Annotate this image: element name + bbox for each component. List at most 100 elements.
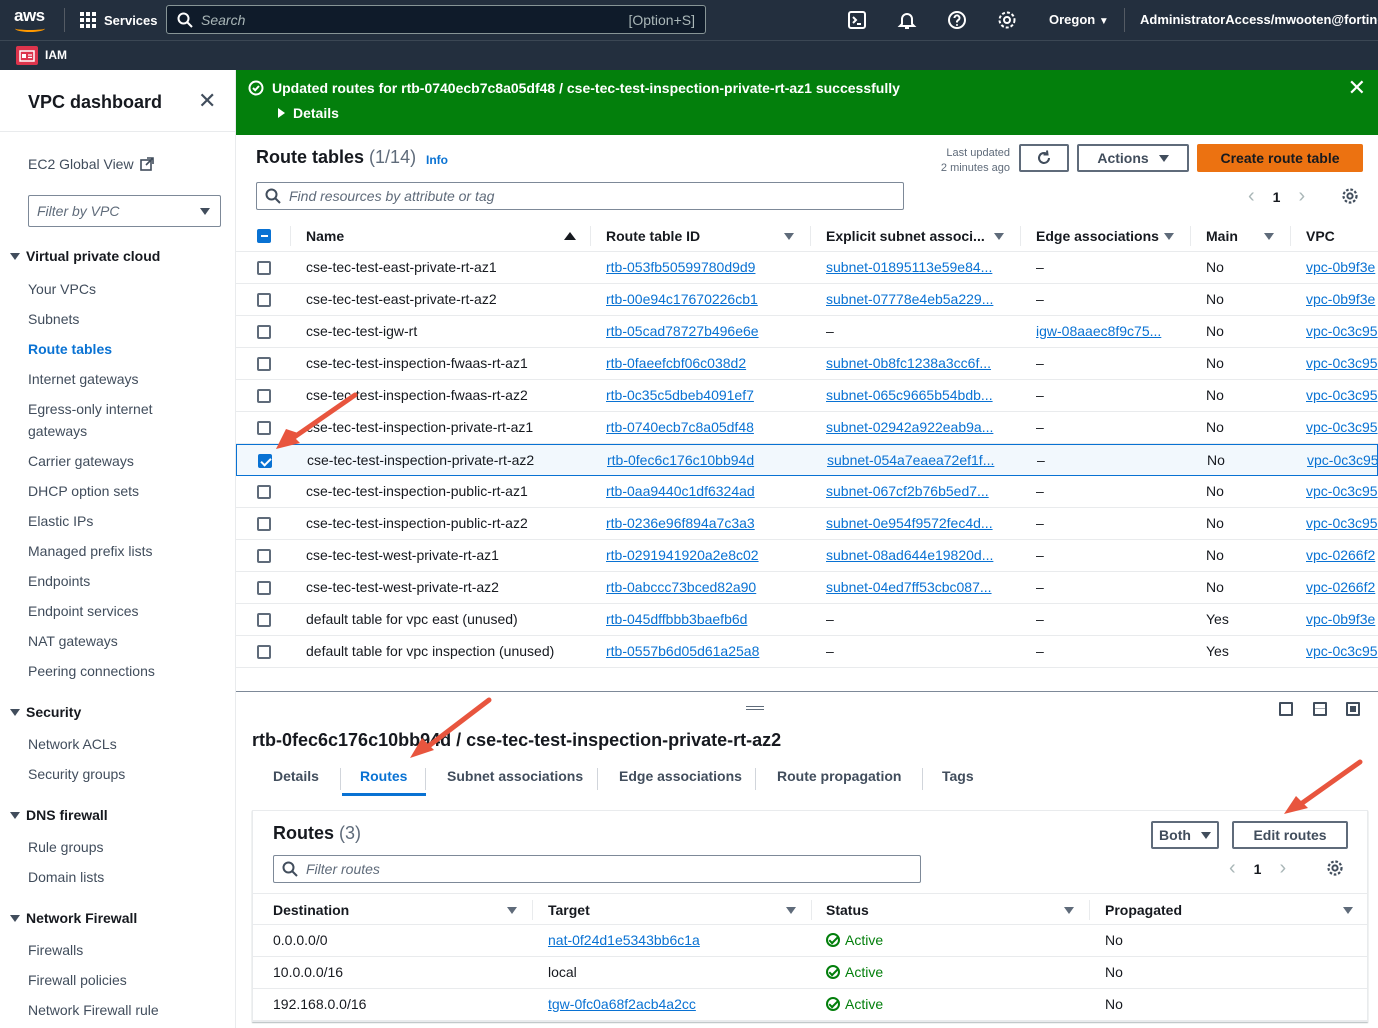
- help-icon[interactable]: [946, 9, 968, 31]
- filter-routes-input[interactable]: Filter routes: [273, 855, 921, 883]
- cell-vpc[interactable]: vpc-0c3c95: [1306, 419, 1378, 435]
- sidebar-item-domain-lists[interactable]: Domain lists: [28, 866, 104, 888]
- row-checkbox[interactable]: [257, 549, 271, 563]
- cell-vpc[interactable]: vpc-0c3c95: [1306, 643, 1378, 659]
- find-resources-input[interactable]: Find resources by attribute or tag: [256, 182, 904, 210]
- sidebar-item-route-tables[interactable]: Route tables: [28, 338, 112, 360]
- column-header-explicit-subnet[interactable]: Explicit subnet associ...: [826, 228, 985, 244]
- tab-details[interactable]: Details: [273, 768, 319, 784]
- settings-gear-icon[interactable]: [1326, 859, 1344, 877]
- cell-route-table-id[interactable]: rtb-045dffbbb3baefb6d: [606, 611, 806, 627]
- sort-icon[interactable]: [1164, 233, 1174, 240]
- cloudshell-icon[interactable]: [846, 9, 868, 31]
- cell-route-table-id[interactable]: rtb-0c35c5dbeb4091ef7: [606, 387, 806, 403]
- cell-vpc[interactable]: vpc-0c3c95: [1306, 355, 1378, 371]
- table-row[interactable]: cse-tec-test-west-private-rt-az2 rtb-0abc…: [236, 572, 1378, 604]
- sort-icon[interactable]: [1264, 233, 1274, 240]
- cell-subnet[interactable]: subnet-0e954f9572fec4d...: [826, 515, 1016, 531]
- cell-subnet[interactable]: subnet-02942a922eab9a...: [826, 419, 1016, 435]
- section-dns-firewall[interactable]: DNS firewall: [10, 807, 108, 823]
- edit-routes-button[interactable]: Edit routes: [1232, 821, 1348, 849]
- column-header-target[interactable]: Target: [548, 902, 590, 918]
- column-header-destination[interactable]: Destination: [273, 902, 349, 918]
- table-row[interactable]: cse-tec-test-inspection-public-rt-az2 rtb…: [236, 508, 1378, 540]
- cell-subnet[interactable]: subnet-065c9665b54bdb...: [826, 387, 1016, 403]
- cell-route-table-id[interactable]: rtb-0fec6c176c10bb94d: [607, 452, 807, 468]
- row-checkbox[interactable]: [257, 357, 271, 371]
- cell-vpc[interactable]: vpc-0c3c95: [1306, 483, 1378, 499]
- aws-logo[interactable]: aws: [14, 6, 48, 32]
- sidebar-item-security-groups[interactable]: Security groups: [28, 763, 125, 785]
- sidebar-item-firewalls[interactable]: Firewalls: [28, 939, 83, 961]
- panel-bottom-icon[interactable]: [1279, 702, 1293, 716]
- cell-route-table-id[interactable]: rtb-053fb50599780d9d9: [606, 259, 806, 275]
- cell-route-table-id[interactable]: rtb-0740ecb7c8a05df48: [606, 419, 806, 435]
- cell-route-table-id[interactable]: rtb-0abccc73bced82a90: [606, 579, 806, 595]
- cell-vpc[interactable]: vpc-0b9f3e: [1306, 291, 1378, 307]
- cell-route-table-id[interactable]: rtb-00e94c17670226cb1: [606, 291, 806, 307]
- cell-subnet[interactable]: subnet-067cf2b76b5ed7...: [826, 483, 1016, 499]
- sort-icon[interactable]: [1064, 907, 1074, 914]
- table-row[interactable]: default table for vpc inspection (unused…: [236, 636, 1378, 668]
- cell-edge[interactable]: igw-08aaec8f9c75...: [1036, 323, 1186, 339]
- sidebar-item-dhcp-option-sets[interactable]: DHCP option sets: [28, 480, 139, 502]
- sidebar-item-peering-connections[interactable]: Peering connections: [28, 660, 155, 682]
- sidebar-item-egress-only-internet-gateways[interactable]: Egress-only internet gateways: [28, 398, 178, 442]
- close-icon[interactable]: ✕: [198, 90, 216, 112]
- sidebar-item-subnets[interactable]: Subnets: [28, 308, 79, 330]
- sort-icon[interactable]: [994, 233, 1004, 240]
- row-checkbox[interactable]: [257, 613, 271, 627]
- cell-vpc[interactable]: vpc-0c3c95: [1306, 515, 1378, 531]
- cell-vpc[interactable]: vpc-0c3c95: [1306, 387, 1378, 403]
- sort-ascending-icon[interactable]: [564, 232, 576, 240]
- close-icon[interactable]: ✕: [1348, 77, 1366, 99]
- column-header-main[interactable]: Main: [1206, 228, 1238, 244]
- cell-subnet[interactable]: subnet-08ad644e19820d...: [826, 547, 1016, 563]
- sidebar-title[interactable]: VPC dashboard: [28, 92, 162, 113]
- both-select[interactable]: Both: [1151, 821, 1219, 849]
- tab-route-propagation[interactable]: Route propagation: [777, 768, 901, 784]
- table-row[interactable]: cse-tec-test-inspection-fwaas-rt-az1 rtb-…: [236, 348, 1378, 380]
- sidebar-item-network-acls[interactable]: Network ACLs: [28, 733, 117, 755]
- cell-target[interactable]: tgw-0fc0a68f2acb4a2cc: [548, 996, 696, 1012]
- row-checkbox[interactable]: [258, 454, 272, 468]
- bell-icon[interactable]: [896, 9, 918, 31]
- section-network-firewall[interactable]: Network Firewall: [10, 910, 137, 926]
- cell-target[interactable]: nat-0f24d1e5343bb6c1a: [548, 932, 700, 948]
- sidebar-item-rule-groups[interactable]: Rule groups: [28, 836, 104, 858]
- cell-route-table-id[interactable]: rtb-0291941920a2e8c02: [606, 547, 806, 563]
- tab-subnet-associations[interactable]: Subnet associations: [447, 768, 583, 784]
- tab-routes[interactable]: Routes: [360, 768, 407, 784]
- cell-subnet[interactable]: subnet-01895113e59e84...: [826, 259, 1016, 275]
- cell-subnet[interactable]: subnet-07778e4eb5a229...: [826, 291, 1016, 307]
- settings-gear-icon[interactable]: [1341, 187, 1359, 205]
- cell-route-table-id[interactable]: rtb-0236e96f894a7c3a3: [606, 515, 806, 531]
- flash-details-toggle[interactable]: Details: [278, 105, 339, 121]
- iam-service-icon[interactable]: [16, 46, 38, 65]
- cell-subnet[interactable]: subnet-054a7eaea72ef1f...: [827, 452, 1017, 468]
- sidebar-item-endpoints[interactable]: Endpoints: [28, 570, 90, 592]
- chevron-left-icon[interactable]: ‹: [1229, 857, 1236, 880]
- row-checkbox[interactable]: [257, 261, 271, 275]
- column-header-name[interactable]: Name: [306, 228, 344, 244]
- cell-subnet[interactable]: subnet-04ed7ff53cbc087...: [826, 579, 1016, 595]
- table-row[interactable]: cse-tec-test-inspection-private-rt-az1 rt…: [236, 412, 1378, 444]
- cell-route-table-id[interactable]: rtb-0faeefcbf06c038d2: [606, 355, 806, 371]
- iam-service-label[interactable]: IAM: [45, 48, 67, 62]
- actions-button[interactable]: Actions: [1077, 144, 1189, 172]
- chevron-left-icon[interactable]: ‹: [1248, 185, 1255, 208]
- table-row[interactable]: cse-tec-test-igw-rt rtb-05cad78727b496e6e…: [236, 316, 1378, 348]
- table-row[interactable]: cse-tec-test-inspection-private-rt-az2 rt…: [236, 444, 1378, 476]
- drag-handle-icon[interactable]: [746, 706, 764, 710]
- row-checkbox[interactable]: [257, 421, 271, 435]
- cell-route-table-id[interactable]: rtb-0557b6d05d61a25a8: [606, 643, 806, 659]
- column-header-propagated[interactable]: Propagated: [1105, 902, 1182, 918]
- cell-route-table-id[interactable]: rtb-0aa9440c1df6324ad: [606, 483, 806, 499]
- select-all-checkbox[interactable]: [257, 229, 271, 243]
- sidebar-item-network-firewall-rule[interactable]: Network Firewall rule: [28, 999, 159, 1021]
- sort-icon[interactable]: [1343, 907, 1353, 914]
- sidebar-item-nat-gateways[interactable]: NAT gateways: [28, 630, 118, 652]
- section-virtual-private-cloud[interactable]: Virtual private cloud: [10, 248, 160, 264]
- row-checkbox[interactable]: [257, 517, 271, 531]
- sidebar-item-internet-gateways[interactable]: Internet gateways: [28, 368, 139, 390]
